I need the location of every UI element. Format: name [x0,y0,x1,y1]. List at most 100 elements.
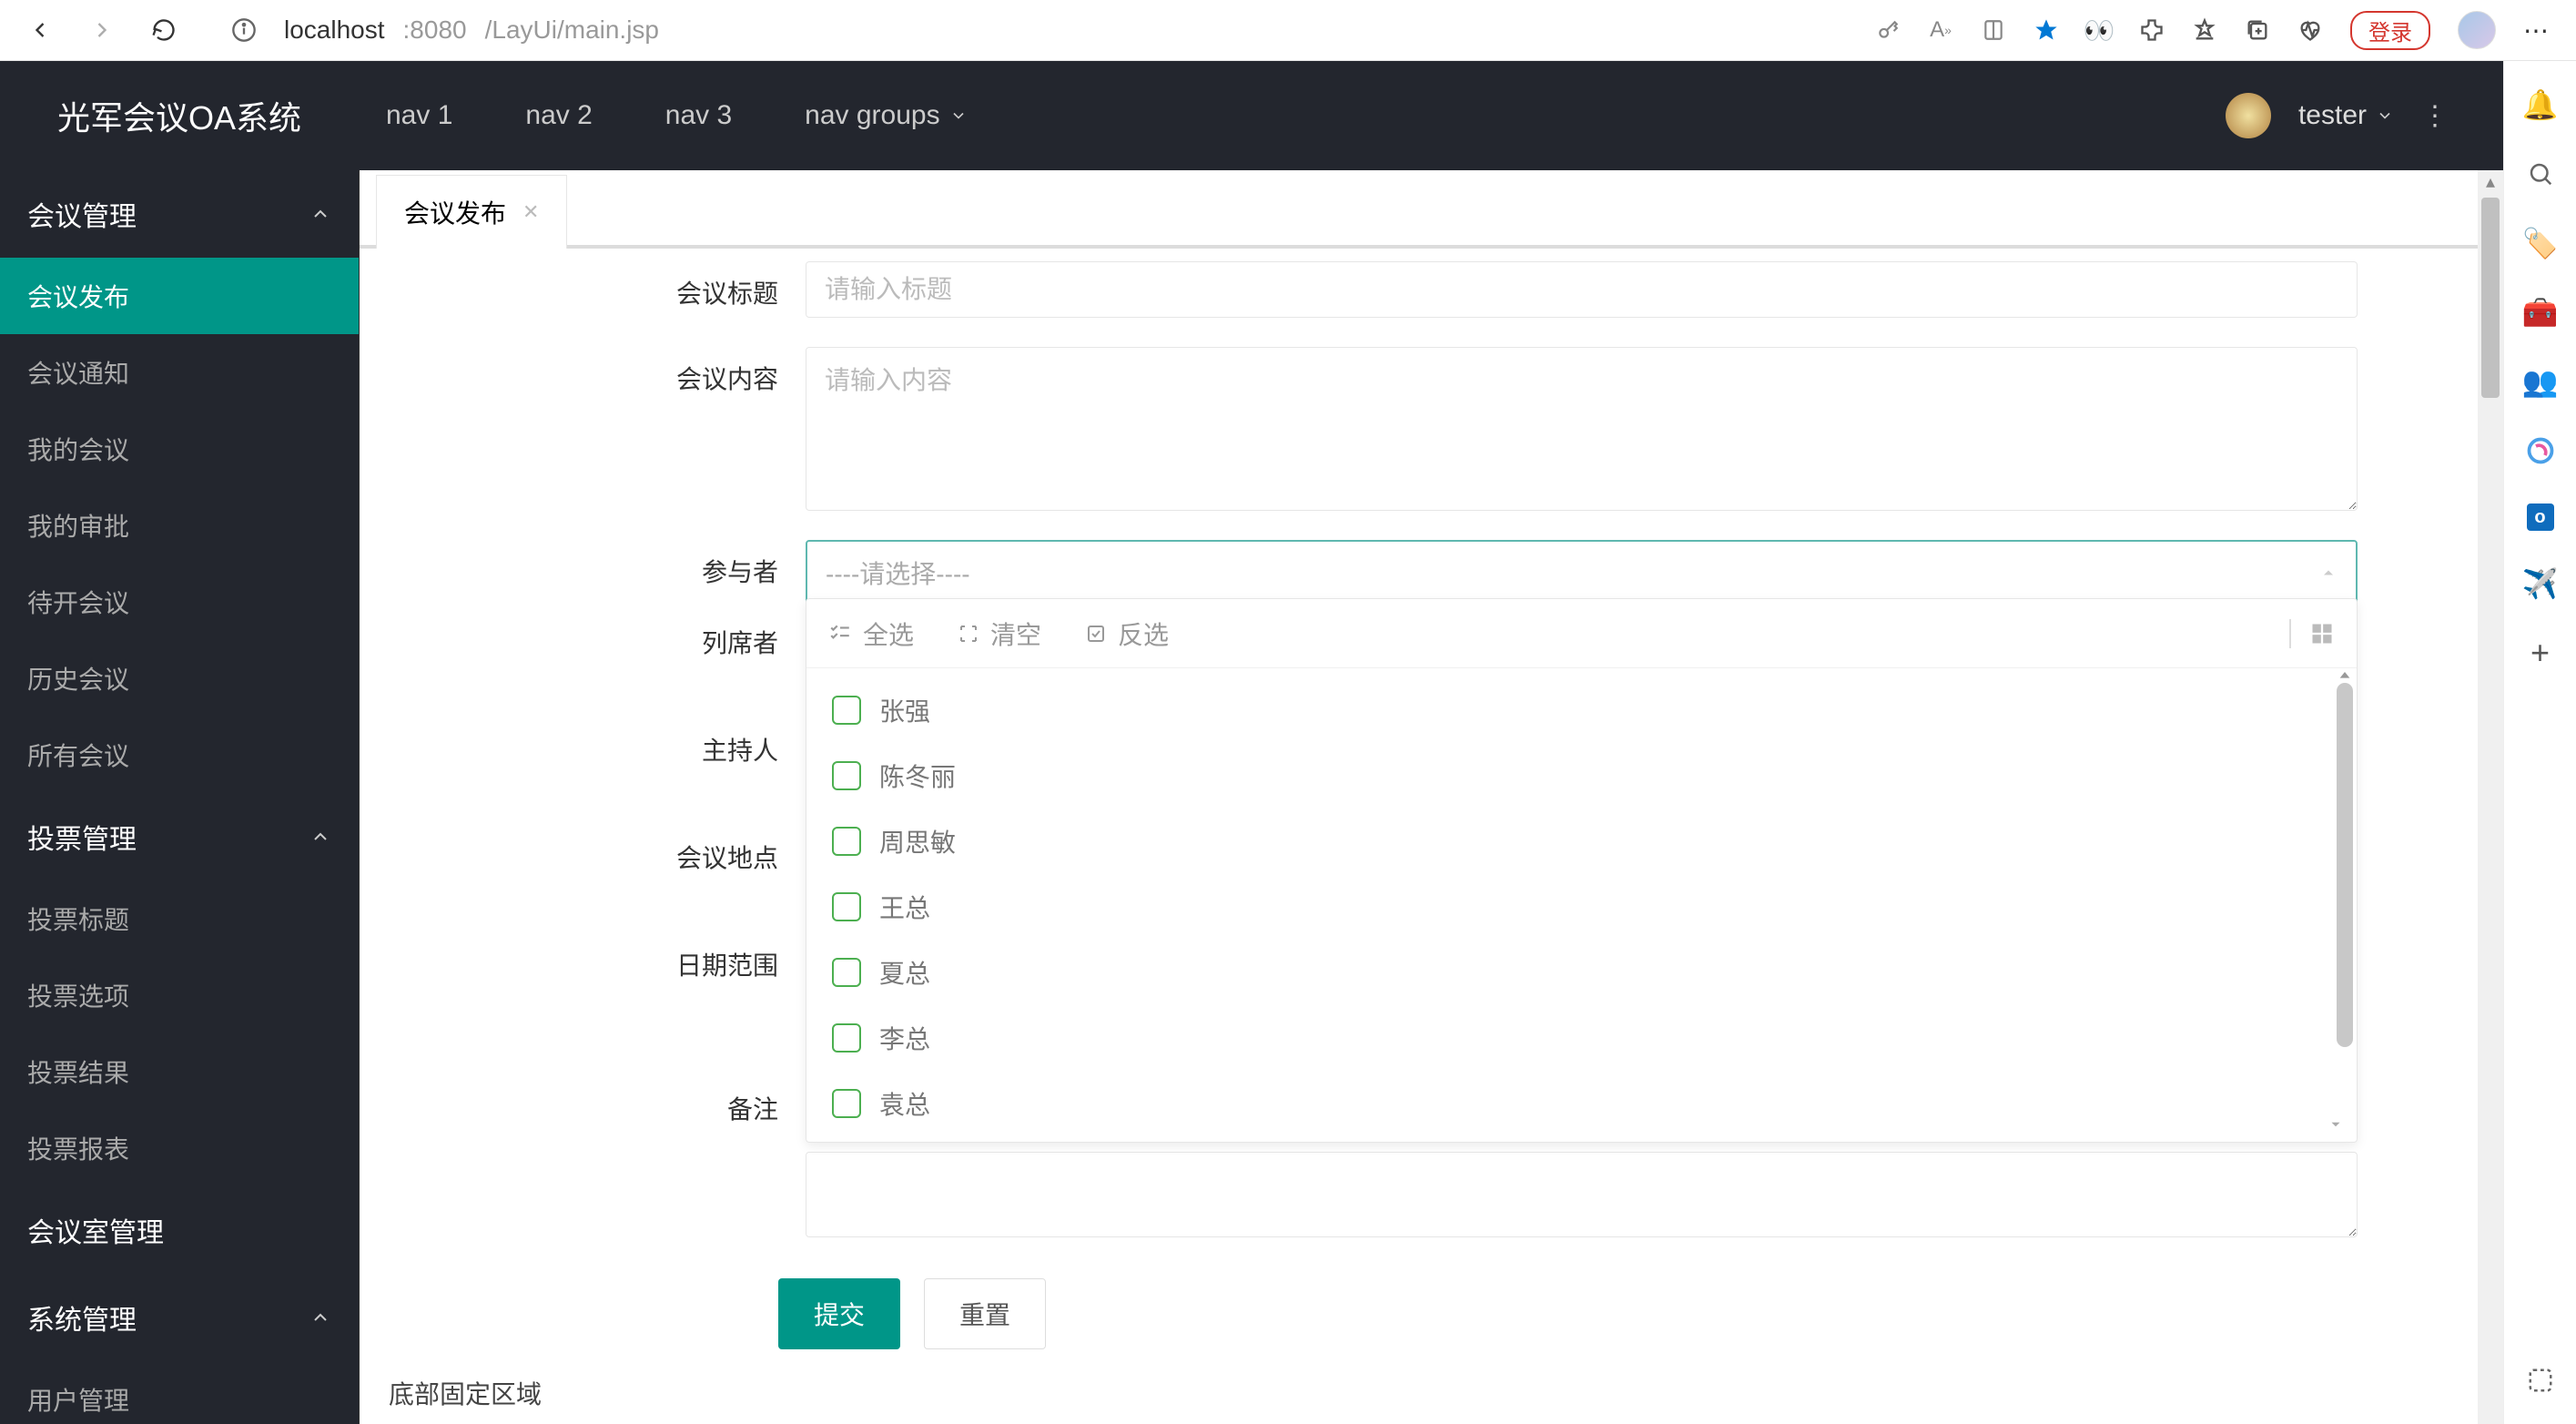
extension-icon[interactable] [2139,17,2165,43]
close-icon[interactable]: ✕ [522,200,539,224]
key-icon[interactable] [1875,17,1901,43]
outlook-icon[interactable]: o [2527,503,2554,531]
sidebar-item-pending-meetings[interactable]: 待开会议 [0,564,359,640]
more-icon[interactable]: ⋯ [2523,17,2549,43]
people-icon[interactable]: 👥 [2524,365,2557,398]
toolbox-icon[interactable]: 🧰 [2524,296,2557,329]
option-item[interactable]: 张强 [806,677,2357,743]
sidebar-item-vote-reports[interactable]: 投票报表 [0,1110,359,1186]
nav-2[interactable]: nav 2 [525,100,592,131]
eyes-icon[interactable]: 👀 [2086,17,2112,43]
nav-3[interactable]: nav 3 [665,100,732,131]
sidebar-item-meeting-notice[interactable]: 会议通知 [0,334,359,411]
clear-label: 清空 [990,615,1041,652]
select-participants[interactable]: ----请选择---- [806,540,2358,605]
input-notes[interactable] [806,1152,2358,1237]
header-more-icon[interactable]: ⋮ [2421,100,2449,132]
sidebar-item-vote-title[interactable]: 投票标题 [0,880,359,957]
submit-button[interactable]: 提交 [778,1278,900,1349]
option-item[interactable]: 夏总 [806,940,2357,1005]
checkbox[interactable] [832,761,861,790]
sidebar-item-my-approvals[interactable]: 我的审批 [0,487,359,564]
checkbox[interactable] [832,696,861,725]
plus-icon[interactable]: + [2524,636,2557,669]
site-info-icon[interactable] [231,17,257,43]
option-label: 王总 [879,889,930,925]
sidebar-item-my-meetings[interactable]: 我的会议 [0,411,359,487]
text-size-icon[interactable]: A» [1928,17,1953,43]
send-icon[interactable]: ✈️ [2524,567,2557,600]
reload-icon[interactable] [151,17,177,43]
dropdown-scrollbar[interactable] [2337,668,2353,1124]
user-avatar[interactable] [2226,93,2271,138]
checkbox[interactable] [832,1089,861,1118]
input-meeting-title[interactable] [806,261,2358,318]
nav-groups[interactable]: nav groups [805,100,967,131]
sidebar-group-meeting[interactable]: 会议管理 [0,170,359,258]
app-header: 光军会议OA系统 nav 1 nav 2 nav 3 nav groups te… [0,61,2503,170]
page-scrollbar[interactable]: ▴ [2478,170,2503,1424]
notes-wrapper [806,1152,2358,1242]
input-meeting-content[interactable] [806,347,2358,511]
app-title: 光军会议OA系统 [0,92,359,139]
nav-groups-label: nav groups [805,100,939,131]
profile-avatar[interactable] [2458,11,2496,49]
chevron-up-icon [309,1307,331,1328]
tag-icon[interactable]: 🏷️ [2524,227,2557,259]
label-location: 会议地点 [676,839,778,875]
reset-button[interactable]: 重置 [924,1278,1046,1349]
checkbox[interactable] [832,827,861,856]
reader-icon[interactable] [1981,17,2006,43]
sidebar-item-meeting-publish[interactable]: 会议发布 [0,258,359,334]
select-all-button[interactable]: 全选 [828,615,914,652]
checkbox[interactable] [832,1023,861,1053]
back-icon[interactable] [27,17,53,43]
sidebar-item-history-meetings[interactable]: 历史会议 [0,640,359,717]
form-area: 会议标题 会议内容 参与者 ----请选择---- [360,249,2503,1424]
sidebar-item-vote-results[interactable]: 投票结果 [0,1033,359,1110]
chevron-down-icon [949,107,968,125]
option-item[interactable]: 袁总 [806,1071,2357,1136]
option-item[interactable]: 陈冬丽 [806,743,2357,809]
checkbox[interactable] [832,892,861,921]
chevron-down-icon [2376,107,2394,125]
login-button[interactable]: 登录 [2350,11,2430,50]
favorite-star-icon[interactable] [2033,17,2059,43]
favorites-list-icon[interactable] [2192,17,2217,43]
sidebar-item-all-meetings[interactable]: 所有会议 [0,717,359,793]
label-attendees: 列席者 [702,624,778,660]
invert-icon [1085,623,1107,645]
scroll-thumb[interactable] [2337,683,2353,1047]
nav-1[interactable]: nav 1 [386,100,452,131]
sidebar-group-room[interactable]: 会议室管理 [0,1186,359,1274]
sidebar-group-system[interactable]: 系统管理 [0,1274,359,1361]
option-item[interactable]: 李总 [806,1005,2357,1071]
sidebar-item-user-mgmt[interactable]: 用户管理 [0,1361,359,1424]
scroll-up-icon[interactable]: ▴ [2478,170,2503,198]
option-item[interactable]: 周思敏 [806,809,2357,874]
scroll-thumb[interactable] [2481,198,2500,398]
url-bar[interactable]: localhost:8080/LayUi/main.jsp [284,15,1848,45]
expand-icon [958,623,979,645]
label-meeting-title: 会议标题 [360,261,806,310]
copilot-icon[interactable] [2524,434,2557,467]
sidebar-item-vote-options[interactable]: 投票选项 [0,957,359,1033]
bell-icon[interactable]: 🔔 [2524,88,2557,121]
user-menu[interactable]: tester [2298,100,2394,131]
scroll-up-icon[interactable] [2337,668,2353,683]
search-icon[interactable] [2524,158,2557,190]
option-item[interactable]: 王总 [806,874,2357,940]
invert-button[interactable]: 反选 [1085,615,1169,652]
checkbox[interactable] [832,958,861,987]
grid-icon[interactable] [2309,621,2335,646]
tab-meeting-publish[interactable]: 会议发布 ✕ [376,175,567,249]
health-icon[interactable] [2297,17,2323,43]
dropdown-list[interactable]: 张强 陈冬丽 周思敏 王总 夏总 李总 袁总 [806,668,2357,1142]
url-path: /LayUi/main.jsp [485,15,659,45]
forward-icon[interactable] [89,17,115,43]
option-label: 陈冬丽 [879,758,956,794]
snip-icon[interactable] [2524,1364,2557,1397]
collections-icon[interactable] [2245,17,2270,43]
sidebar-group-vote[interactable]: 投票管理 [0,793,359,880]
clear-button[interactable]: 清空 [958,615,1041,652]
